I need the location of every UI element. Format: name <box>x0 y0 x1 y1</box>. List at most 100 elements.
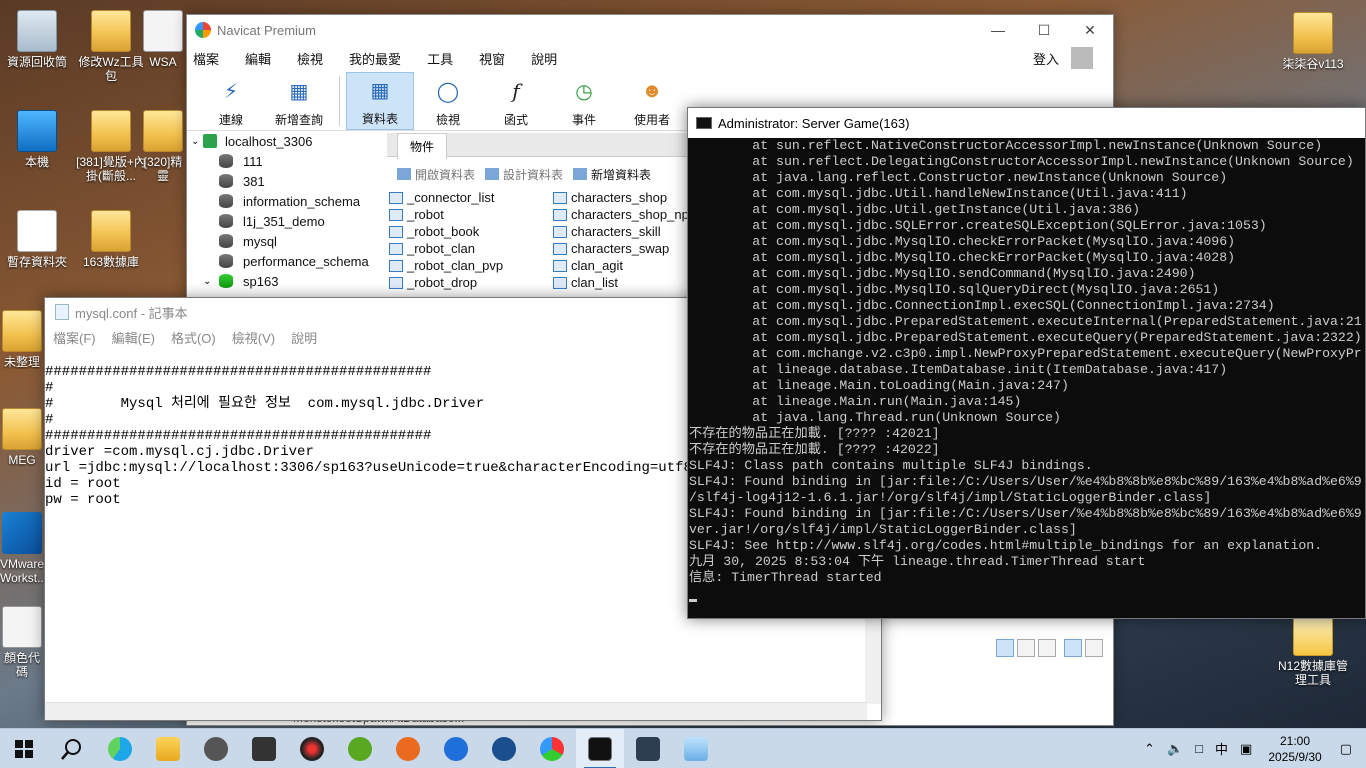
taskbar-app-dots[interactable] <box>480 729 528 768</box>
table-item[interactable]: _robot_clan <box>389 240 559 257</box>
desktop-icon-wsa[interactable]: WSA <box>140 10 186 69</box>
design-table-button[interactable]: 設計資料表 <box>485 166 563 183</box>
desktop-icon-n12-db-tool[interactable]: N12數據庫管理工具 <box>1276 614 1350 687</box>
tab-objects[interactable]: 物件 <box>397 133 448 159</box>
table-item[interactable]: characters_swap <box>553 240 689 257</box>
menu-edit[interactable]: 編輯 <box>245 49 271 68</box>
table-item[interactable]: clan_agit <box>553 257 689 274</box>
desktop-icon-this-pc[interactable]: 本機 <box>0 110 74 169</box>
ime-mode-icon[interactable]: ▣ <box>1240 741 1252 757</box>
table-item[interactable]: _robot <box>389 206 559 223</box>
table-item[interactable]: _robot_book <box>389 223 559 240</box>
toolbar-views-button[interactable]: ◯ 檢視 <box>414 72 482 130</box>
login-link[interactable]: 登入 <box>1033 49 1059 68</box>
chevron-up-icon[interactable]: ⌃ <box>1144 741 1155 757</box>
taskbar-notepad[interactable] <box>672 729 720 768</box>
notification-icon[interactable]: ▢ <box>1340 741 1352 757</box>
desktop-icon-320[interactable]: [320]精靈 <box>140 110 186 183</box>
desktop-icon-unsorted[interactable]: 未整理 <box>0 310 44 369</box>
table-item[interactable]: clan_list <box>553 274 689 291</box>
tree-db-performance-schema[interactable]: performance_schema <box>187 251 387 271</box>
toolbar-functions-button[interactable]: f 函式 <box>482 72 550 130</box>
tree-connection[interactable]: ⌄ localhost_3306 <box>187 131 387 151</box>
console-titlebar[interactable]: Administrator: Server Game(163) <box>688 108 1365 138</box>
search-button[interactable] <box>48 729 96 768</box>
taskbar-resource-monitor[interactable] <box>624 729 672 768</box>
desktop-icon-color-code[interactable]: 顏色代碼 <box>0 606 44 679</box>
menu-favorites[interactable]: 我的最愛 <box>349 49 401 68</box>
tree-db-mysql[interactable]: mysql <box>187 231 387 251</box>
toolbar-tables-button[interactable]: ▦ 資料表 <box>346 72 414 130</box>
tree-db-information-schema[interactable]: information_schema <box>187 191 387 211</box>
menu-edit[interactable]: 編輯(E) <box>112 328 155 347</box>
navicat-titlebar[interactable]: Navicat Premium — ☐ ✕ <box>187 15 1113 45</box>
speaker-icon[interactable]: 🔈 <box>1167 741 1183 757</box>
desktop-icon-temp[interactable]: 暫存資料夾 <box>0 210 74 269</box>
taskbar-app-dot[interactable] <box>288 729 336 768</box>
desktop-icon-qiqigu[interactable]: 柒柒谷v113 <box>1276 12 1350 71</box>
new-table-button[interactable]: 新增資料表 <box>573 166 651 183</box>
tree-db-381[interactable]: 381 <box>187 171 387 191</box>
desktop-icon-163-db[interactable]: 163數據庫 <box>74 210 148 269</box>
toolbar-connection-button[interactable]: ⚡ 連線 <box>197 72 265 130</box>
table-item[interactable]: _robot_clan_pvp <box>389 257 559 274</box>
detail-view-icon[interactable] <box>1038 639 1056 657</box>
taskbar-app-pen[interactable] <box>240 729 288 768</box>
table-item[interactable]: _robot_drop <box>389 274 559 291</box>
table-item[interactable]: _connector_list <box>389 189 559 206</box>
taskbar-console[interactable] <box>576 728 624 768</box>
toolbar-users-button[interactable]: ☻ 使用者 <box>618 72 686 130</box>
navicat-menubar: 檔案 編輯 檢視 我的最愛 工具 視窗 說明 登入 <box>187 45 1113 71</box>
console-line: at com.mysql.jdbc.MysqlIO.sqlQueryDirect… <box>689 282 1220 297</box>
menu-view[interactable]: 檢視 <box>297 49 323 68</box>
taskbar-app-color[interactable] <box>528 729 576 768</box>
console-line: at com.mysql.jdbc.SQLError.createSQLExce… <box>689 218 1267 233</box>
menu-help[interactable]: 說明 <box>531 49 557 68</box>
network-icon[interactable]: □ <box>1195 741 1203 756</box>
panel-right-icon[interactable] <box>1085 639 1103 657</box>
menu-format[interactable]: 格式(O) <box>171 328 216 347</box>
list-view-icon[interactable] <box>1017 639 1035 657</box>
menu-tools[interactable]: 工具 <box>427 49 453 68</box>
gear-icon <box>204 736 228 761</box>
taskbar-explorer[interactable] <box>144 729 192 768</box>
menu-file[interactable]: 檔案 <box>193 49 219 68</box>
desktop-icon-381[interactable]: [381]覺版+內掛(斷般... <box>74 110 148 183</box>
chevron-down-icon[interactable]: ⌄ <box>203 276 219 287</box>
desktop-icon-wz-tools[interactable]: 修改Wz工具包 <box>74 10 148 83</box>
toolbar-new-query-button[interactable]: ▦ 新增查詢 <box>265 72 333 130</box>
menu-help[interactable]: 說明 <box>291 328 317 347</box>
open-table-button[interactable]: 開啟資料表 <box>397 166 475 183</box>
clock[interactable]: 21:00 2025/9/30 <box>1268 733 1321 765</box>
table-item[interactable]: characters_shop_npc <box>553 206 689 223</box>
console-output[interactable]: at sun.reflect.NativeConstructorAccessor… <box>688 138 1366 620</box>
tree-db-111[interactable]: 111 <box>187 151 387 171</box>
taskbar-settings[interactable] <box>192 729 240 768</box>
close-button[interactable]: ✕ <box>1067 15 1113 45</box>
chevron-down-icon[interactable]: ⌄ <box>191 136 203 147</box>
menu-window[interactable]: 視窗 <box>479 49 505 68</box>
menu-file[interactable]: 檔案(F) <box>53 328 96 347</box>
taskbar-mega[interactable] <box>384 729 432 768</box>
start-button[interactable] <box>0 729 48 768</box>
toolbar-events-button[interactable]: ◷ 事件 <box>550 72 618 130</box>
tree-db-l1j-demo[interactable]: l1j_351_demo <box>187 211 387 231</box>
menu-view[interactable]: 檢視(V) <box>232 328 275 347</box>
object-action-bar: 開啟資料表 設計資料表 新增資料表 <box>387 163 687 185</box>
maximize-button[interactable]: ☐ <box>1021 15 1067 45</box>
panel-left-icon[interactable] <box>1064 639 1082 657</box>
taskbar-edge[interactable] <box>96 729 144 768</box>
horizontal-scrollbar[interactable] <box>45 702 867 720</box>
desktop-icon-vmware[interactable]: VMware Workst... <box>0 512 44 585</box>
minimize-button[interactable]: — <box>975 15 1021 45</box>
avatar-icon[interactable] <box>1071 47 1093 69</box>
desktop-icon-meg[interactable]: MEG <box>0 408 44 467</box>
ime-indicator[interactable]: 中 <box>1215 739 1228 758</box>
desktop-icon-recycle-bin[interactable]: 資源回收筒 <box>0 10 74 69</box>
taskbar-utorrent[interactable] <box>336 729 384 768</box>
tree-db-sp163[interactable]: ⌄ sp163 <box>187 271 387 291</box>
table-item[interactable]: characters_skill <box>553 223 689 240</box>
grid-view-icon[interactable] <box>996 639 1014 657</box>
table-item[interactable]: characters_shop <box>553 189 689 206</box>
taskbar-ccleaner[interactable] <box>432 729 480 768</box>
